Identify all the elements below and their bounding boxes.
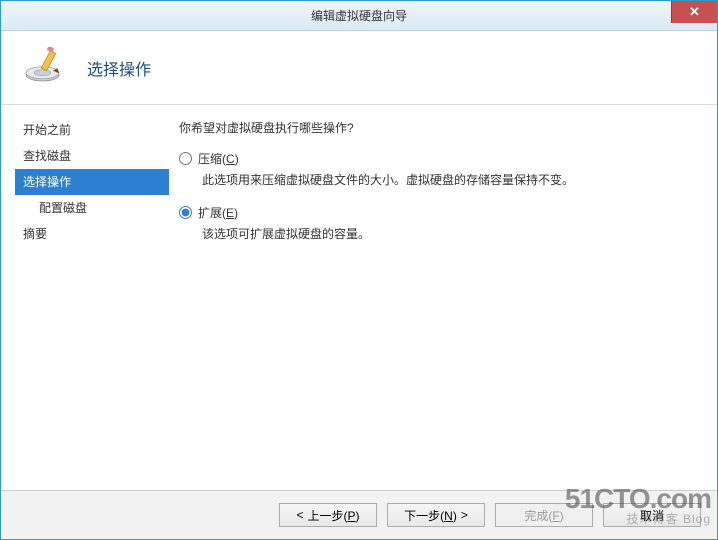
next-button[interactable]: 下一步(N) >: [387, 503, 485, 527]
close-icon: ✕: [689, 4, 700, 20]
cancel-button[interactable]: 取消: [603, 503, 701, 527]
option-expand: 扩展(E) 该选项可扩展虚拟硬盘的容量。: [179, 204, 697, 242]
previous-button[interactable]: < 上一步(P): [279, 503, 377, 527]
option-compact: 压缩(C) 此选项用来压缩虚拟硬盘文件的大小。虚拟硬盘的存储容量保持不变。: [179, 150, 697, 188]
option-compact-desc: 此选项用来压缩虚拟硬盘文件的大小。虚拟硬盘的存储容量保持不变。: [202, 171, 697, 188]
option-expand-row[interactable]: 扩展(E): [179, 204, 697, 221]
prompt-text: 你希望对虚拟硬盘执行哪些操作?: [179, 119, 697, 136]
window-title: 编辑虚拟硬盘向导: [311, 7, 407, 24]
close-button[interactable]: ✕: [671, 1, 717, 23]
wizard-footer: < 上一步(P) 下一步(N) > 完成(F) 取消: [1, 490, 717, 539]
option-expand-desc: 该选项可扩展虚拟硬盘的容量。: [202, 225, 697, 242]
sidebar: 开始之前 查找磁盘 选择操作 配置磁盘 摘要: [1, 105, 169, 490]
wizard-header: 选择操作: [1, 31, 717, 105]
option-compact-row[interactable]: 压缩(C): [179, 150, 697, 167]
sidebar-item-configure-disk[interactable]: 配置磁盘: [15, 195, 169, 221]
radio-expand[interactable]: [179, 206, 192, 219]
wizard-body: 开始之前 查找磁盘 选择操作 配置磁盘 摘要 你希望对虚拟硬盘执行哪些操作? 压…: [1, 105, 717, 490]
page-title: 选择操作: [87, 56, 151, 80]
sidebar-item-locate-disk[interactable]: 查找磁盘: [15, 143, 169, 169]
titlebar: 编辑虚拟硬盘向导 ✕: [1, 1, 717, 31]
option-expand-label: 扩展(E): [198, 204, 238, 221]
sidebar-item-choose-action[interactable]: 选择操作: [15, 169, 169, 195]
option-compact-label: 压缩(C): [198, 150, 239, 167]
radio-compact[interactable]: [179, 152, 192, 165]
sidebar-item-summary[interactable]: 摘要: [15, 221, 169, 247]
sidebar-item-before-begin[interactable]: 开始之前: [15, 117, 169, 143]
disk-pencil-icon: [23, 47, 71, 88]
wizard-window: 编辑虚拟硬盘向导 ✕ 选择操作 开始之前 查找磁盘 选择操作 配置磁盘 摘要: [0, 0, 718, 540]
finish-button: 完成(F): [495, 503, 593, 527]
content-pane: 你希望对虚拟硬盘执行哪些操作? 压缩(C) 此选项用来压缩虚拟硬盘文件的大小。虚…: [169, 105, 717, 490]
